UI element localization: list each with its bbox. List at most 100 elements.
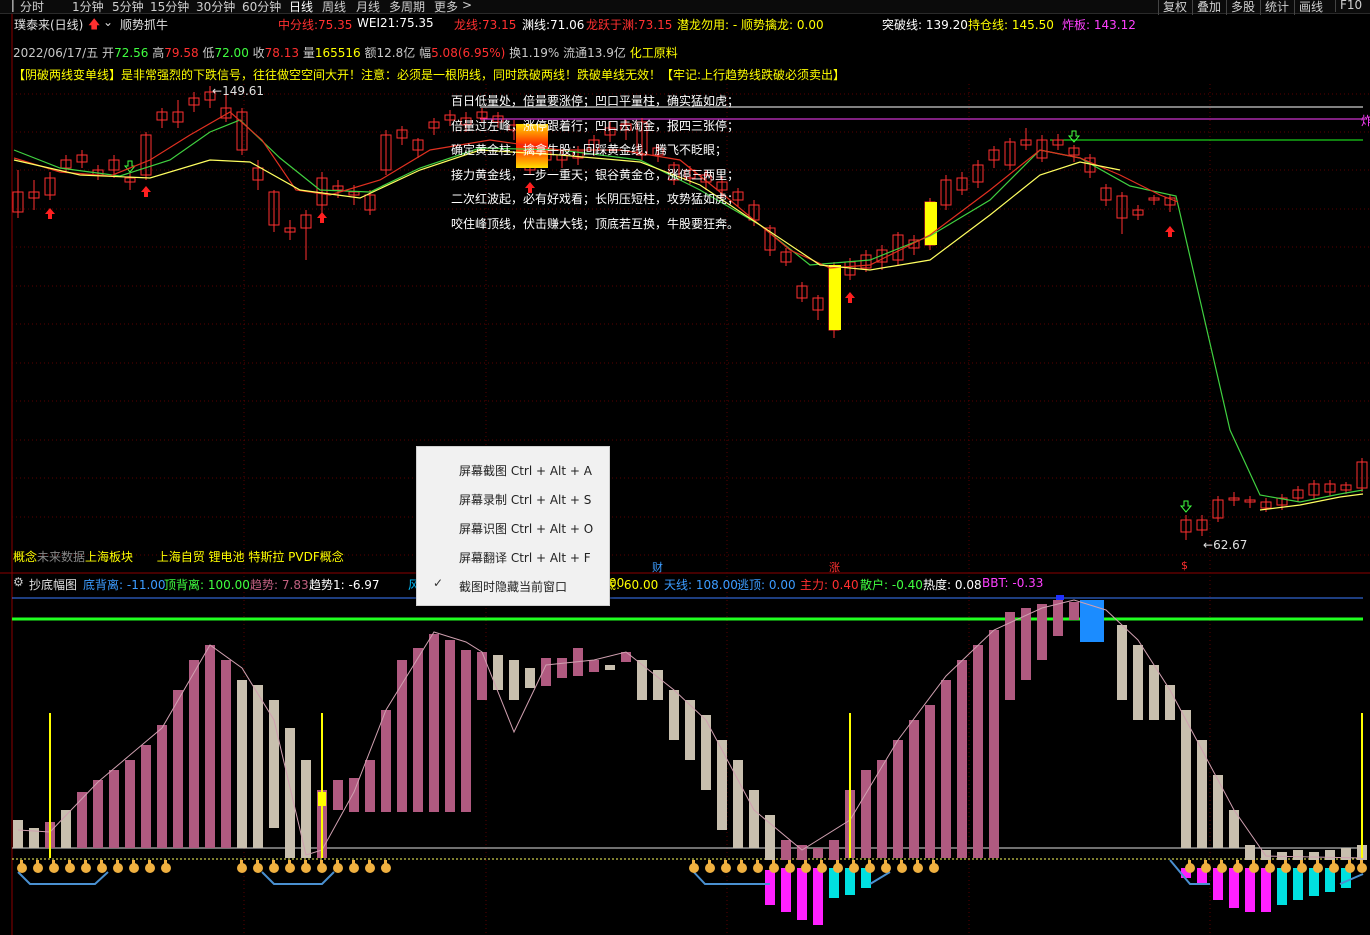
right-edge-mark: 炸 xyxy=(1361,114,1370,128)
trend-bar xyxy=(909,720,919,858)
hand-pointer-finger xyxy=(772,860,775,866)
trend-bar xyxy=(1181,710,1191,848)
hand-pointer-finger xyxy=(20,860,23,866)
poem-line-2: 倍量过左峰，涨停跟着行；凹口去淘金，报四三张停； xyxy=(451,119,740,133)
trend-bar xyxy=(589,660,599,672)
hand-pointer-finger xyxy=(164,860,167,866)
trend-bar xyxy=(221,660,231,848)
trend-bar xyxy=(285,728,295,858)
trend-bar xyxy=(1245,845,1255,860)
highlight-candle xyxy=(829,265,841,330)
hand-pointer-finger xyxy=(740,860,743,866)
hand-pointer-finger xyxy=(836,860,839,866)
hand-pointer-finger xyxy=(384,860,387,866)
hand-pointer-finger xyxy=(288,860,291,866)
limit-up-event-mark[interactable]: 涨 xyxy=(829,559,840,575)
trend-bar xyxy=(941,680,951,858)
highlight-candle xyxy=(925,202,937,245)
buy-arrow-icon xyxy=(141,186,151,197)
sub-item-tianxian: 天线: 108.00 xyxy=(664,578,738,592)
trend-bar xyxy=(333,780,343,810)
hand-pointer-finger xyxy=(708,860,711,866)
buy-arrow-icon xyxy=(317,212,327,223)
hand-pointer-finger xyxy=(368,860,371,866)
flow-bar xyxy=(781,868,791,912)
poem-line-5: 二次红波起，必有好戏看；长阴压短柱，攻势猛如虎； xyxy=(451,192,740,206)
hand-pointer-finger xyxy=(1300,860,1303,866)
hand-pointer-finger xyxy=(724,860,727,866)
buy-arrow-icon xyxy=(45,208,55,219)
trend-bar xyxy=(749,790,759,848)
sub-item-redu: 热度: 0.08 xyxy=(923,578,982,592)
sub-item-zhuli: 主力: 0.40 xyxy=(800,578,859,592)
trend-bar xyxy=(253,685,263,848)
flow-bar xyxy=(1277,868,1287,905)
hand-pointer-finger xyxy=(884,860,887,866)
sub-indicator-name[interactable]: 抄底幅图 xyxy=(29,576,77,593)
hand-pointer-finger xyxy=(336,860,339,866)
finance-event-mark[interactable]: 财 xyxy=(652,559,663,575)
trend-bar xyxy=(973,645,983,858)
poem-line-4: 接力黄金线，一步一重天；银谷黄金仓，涨停三两里； xyxy=(451,168,740,182)
hand-pointer-finger xyxy=(84,860,87,866)
hand-pointer-finger xyxy=(1188,860,1191,866)
trend-bar xyxy=(237,680,247,848)
high-price-mark: ←149.61 xyxy=(212,84,265,98)
poem-line-6: 咬住峰顶线，伏击赚大钱；顶底若互换，牛股要狂奔。 xyxy=(451,217,740,231)
menu-item-screenshot[interactable]: 屏幕截图 Ctrl + Alt + A xyxy=(417,455,609,483)
checkmark-icon: ✓ xyxy=(433,576,444,590)
trend-bar xyxy=(429,634,439,812)
hand-pointer-finger xyxy=(1316,860,1319,866)
hand-pointer-finger xyxy=(132,860,135,866)
flow-bar xyxy=(797,868,807,920)
hand-pointer-finger xyxy=(68,860,71,866)
signal-box xyxy=(318,792,326,806)
trend-bar xyxy=(1133,645,1143,720)
hand-pointer-finger xyxy=(352,860,355,866)
trend-bar xyxy=(989,630,999,858)
bracket-line xyxy=(869,871,891,885)
hand-pointer-finger xyxy=(304,860,307,866)
dividend-event-mark[interactable]: $ xyxy=(1181,559,1188,572)
trend-bar xyxy=(877,760,887,858)
trend-bar xyxy=(397,660,407,812)
trend-bar xyxy=(893,740,903,858)
hand-pointer-finger xyxy=(100,860,103,866)
hand-pointer-finger xyxy=(804,860,807,866)
low-price-mark: ←62.67 xyxy=(1203,538,1248,552)
flow-bar xyxy=(813,868,823,925)
trend-bar xyxy=(77,792,87,848)
trend-bar xyxy=(557,658,567,678)
trend-bar xyxy=(1293,850,1303,860)
trend-bar xyxy=(173,690,183,848)
trend-bar xyxy=(829,840,839,860)
sub-item-bottom-div: 底背离: -11.00 xyxy=(83,578,166,592)
trend-bar xyxy=(141,745,151,848)
trend-bar xyxy=(1117,625,1127,700)
sub-item-trend: 趋势: 7.83 xyxy=(250,578,309,592)
hand-pointer-finger xyxy=(1220,860,1223,866)
trend-bar xyxy=(1021,608,1031,680)
hand-pointer-finger xyxy=(788,860,791,866)
menu-item-screen-ocr[interactable]: 屏幕识图 Ctrl + Alt + O xyxy=(417,513,609,541)
sub-item-taoding: 逃顶: 0.00 xyxy=(737,578,796,592)
trend-bar xyxy=(413,648,423,812)
menu-item-hide-window[interactable]: ✓ 截图时隐藏当前窗口 xyxy=(417,571,609,599)
trend-bar xyxy=(461,650,471,812)
trend-bar xyxy=(157,725,167,848)
hand-pointer-finger xyxy=(820,860,823,866)
menu-item-screen-translate[interactable]: 屏幕翻译 Ctrl + Alt + F xyxy=(417,542,609,570)
trend-bar xyxy=(1037,604,1047,660)
sub-gear-icon[interactable]: ⚙ xyxy=(13,575,24,589)
trend-bar xyxy=(301,760,311,858)
hand-pointer-finger xyxy=(852,860,855,866)
trend-bar xyxy=(813,848,823,858)
bracket-line xyxy=(17,871,109,885)
hand-pointer-finger xyxy=(756,860,759,866)
menu-item-screen-record[interactable]: 屏幕录制 Ctrl + Alt + S xyxy=(417,484,609,512)
hand-pointer-finger xyxy=(52,860,55,866)
hand-pointer-finger xyxy=(1284,860,1287,866)
trend-bar xyxy=(205,645,215,848)
hand-pointer-finger xyxy=(1360,860,1363,866)
sub-item-bbt: BBT: -0.33 xyxy=(982,576,1044,590)
